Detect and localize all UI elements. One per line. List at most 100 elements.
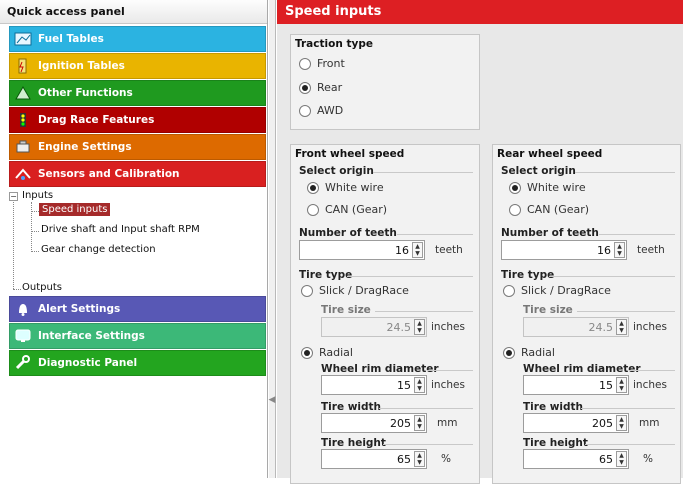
category-engine-settings[interactable]: Engine Settings xyxy=(9,134,266,160)
category-label: Drag Race Features xyxy=(38,114,155,126)
radio-button[interactable] xyxy=(307,181,319,194)
category-label: Interface Settings xyxy=(38,330,145,342)
category-label: Diagnostic Panel xyxy=(38,357,138,369)
radio-radial[interactable]: Radial xyxy=(301,346,353,359)
panel-title: Quick access panel xyxy=(0,0,267,24)
category-label: Engine Settings xyxy=(38,141,132,153)
category-interface-settings[interactable]: Interface Settings xyxy=(9,323,266,349)
tire-size-unit: inches xyxy=(431,321,465,333)
speed-inputs-panel: Speed inputs Traction type Front Rear AW… xyxy=(277,0,683,484)
radio-slick[interactable]: Slick / DragRace xyxy=(503,284,611,297)
spinner-arrows-icon[interactable]: ▲ ▼ xyxy=(616,451,627,467)
rim-diameter-stepper[interactable]: 15 ▲ ▼ xyxy=(523,375,629,395)
category-other-functions[interactable]: Other Functions xyxy=(9,80,266,106)
radio-button[interactable] xyxy=(509,181,521,194)
radio-button[interactable] xyxy=(509,203,521,216)
teeth-stepper[interactable]: 16 ▲ ▼ xyxy=(501,240,627,260)
tire-height-label: Tire height xyxy=(321,437,386,449)
category-diagnostic-panel[interactable]: Diagnostic Panel xyxy=(9,350,266,376)
rim-diameter-stepper[interactable]: 15 ▲ ▼ xyxy=(321,375,427,395)
teeth-unit: teeth xyxy=(637,244,665,256)
rim-diameter-label: Wheel rim diameter xyxy=(523,363,641,375)
radio-label: Radial xyxy=(521,346,555,359)
category-drag-race-features[interactable]: Drag Race Features xyxy=(9,107,266,133)
wrench-icon xyxy=(12,353,34,373)
page-title: Speed inputs xyxy=(277,0,683,24)
tire-width-stepper[interactable]: 205 ▲ ▼ xyxy=(523,413,629,433)
radio-button[interactable] xyxy=(301,284,313,297)
tire-height-stepper[interactable]: 65 ▲ ▼ xyxy=(321,449,427,469)
drag-race-icon xyxy=(12,110,34,130)
radio-label: Rear xyxy=(317,81,343,94)
tire-width-unit: mm xyxy=(437,417,458,429)
tire-height-label: Tire height xyxy=(523,437,588,449)
spinner-arrows-icon[interactable]: ▲ ▼ xyxy=(616,415,627,431)
spinner-arrows-icon[interactable]: ▲ ▼ xyxy=(414,451,425,467)
category-label: Fuel Tables xyxy=(38,33,104,45)
radio-can-gear[interactable]: CAN (Gear) xyxy=(307,203,387,216)
tire-size-label: Tire size xyxy=(523,304,573,316)
fuel-table-icon xyxy=(12,29,34,49)
spinner-arrows-icon[interactable]: ▲ ▼ xyxy=(414,319,425,335)
collapse-arrow-icon[interactable]: ◀ xyxy=(268,380,276,420)
radio-front[interactable]: Front xyxy=(299,57,345,70)
spinner-arrows-icon[interactable]: ▲ ▼ xyxy=(616,377,627,393)
tire-width-value: 205 xyxy=(390,416,411,430)
rim-diameter-value: 15 xyxy=(397,378,411,392)
radio-button[interactable] xyxy=(503,346,515,359)
front-wheel-speed-title: Front wheel speed xyxy=(295,148,405,160)
radio-button[interactable] xyxy=(307,203,319,216)
sensors-icon xyxy=(12,164,34,184)
radio-rear[interactable]: Rear xyxy=(299,81,342,94)
tire-size-stepper[interactable]: 24.5 ▲ ▼ xyxy=(523,317,629,337)
spinner-arrows-icon[interactable]: ▲ ▼ xyxy=(616,319,627,335)
radio-white-wire[interactable]: White wire xyxy=(509,181,586,194)
rim-diameter-unit: inches xyxy=(633,379,667,391)
category-label: Sensors and Calibration xyxy=(38,168,180,180)
traction-type-group: Traction type Front Rear AWD xyxy=(290,34,480,130)
rear-wheel-speed-group: Rear wheel speed Select origin White wir… xyxy=(492,144,681,484)
spinner-arrows-icon[interactable]: ▲ ▼ xyxy=(614,242,625,258)
radio-button[interactable] xyxy=(503,284,515,297)
monitor-icon xyxy=(12,326,34,346)
radio-button[interactable] xyxy=(299,104,311,117)
tree-item-drive-shaft[interactable]: Drive shaft and Input shaft RPM xyxy=(41,224,200,235)
spinner-arrows-icon[interactable]: ▲ ▼ xyxy=(412,242,423,258)
tire-size-stepper[interactable]: 24.5 ▲ ▼ xyxy=(321,317,427,337)
tire-width-unit: mm xyxy=(639,417,660,429)
tire-width-label: Tire width xyxy=(523,401,584,413)
category-ignition-tables[interactable]: Ignition Tables xyxy=(9,53,266,79)
radio-awd[interactable]: AWD xyxy=(299,104,343,117)
number-of-teeth-label: Number of teeth xyxy=(501,227,599,239)
radio-button[interactable] xyxy=(299,81,311,94)
front-wheel-speed-group: Front wheel speed Select origin White wi… xyxy=(290,144,480,484)
radio-radial[interactable]: Radial xyxy=(503,346,555,359)
teeth-value: 16 xyxy=(395,243,409,257)
radio-label: AWD xyxy=(317,104,344,117)
tire-type-label: Tire type xyxy=(299,269,353,281)
radio-label: White wire xyxy=(325,181,384,194)
radio-can-gear[interactable]: CAN (Gear) xyxy=(509,203,589,216)
collapse-icon[interactable]: − xyxy=(9,192,18,201)
radio-white-wire[interactable]: White wire xyxy=(307,181,384,194)
tree-item-outputs[interactable]: Outputs xyxy=(22,282,62,293)
category-fuel-tables[interactable]: Fuel Tables xyxy=(9,26,266,52)
tree-item-inputs[interactable]: Inputs xyxy=(22,190,53,201)
radio-button[interactable] xyxy=(299,57,311,70)
tire-height-stepper[interactable]: 65 ▲ ▼ xyxy=(523,449,629,469)
teeth-stepper[interactable]: 16 ▲ ▼ xyxy=(299,240,425,260)
category-sensors-and-calibration[interactable]: Sensors and Calibration xyxy=(9,161,266,187)
radio-slick[interactable]: Slick / DragRace xyxy=(301,284,409,297)
tire-width-stepper[interactable]: 205 ▲ ▼ xyxy=(321,413,427,433)
category-alert-settings[interactable]: Alert Settings xyxy=(9,296,266,322)
rim-diameter-value: 15 xyxy=(599,378,613,392)
tire-width-label: Tire width xyxy=(321,401,382,413)
tree-item-speed-inputs[interactable]: Speed inputs xyxy=(39,203,111,216)
ignition-icon xyxy=(12,56,34,76)
spinner-arrows-icon[interactable]: ▲ ▼ xyxy=(414,377,425,393)
tree-item-gear-change[interactable]: Gear change detection xyxy=(41,244,156,255)
radio-button[interactable] xyxy=(301,346,313,359)
sensors-tree: − Inputs Speed inputs Drive shaft and In… xyxy=(9,188,267,296)
number-of-teeth-label: Number of teeth xyxy=(299,227,397,239)
spinner-arrows-icon[interactable]: ▲ ▼ xyxy=(414,415,425,431)
